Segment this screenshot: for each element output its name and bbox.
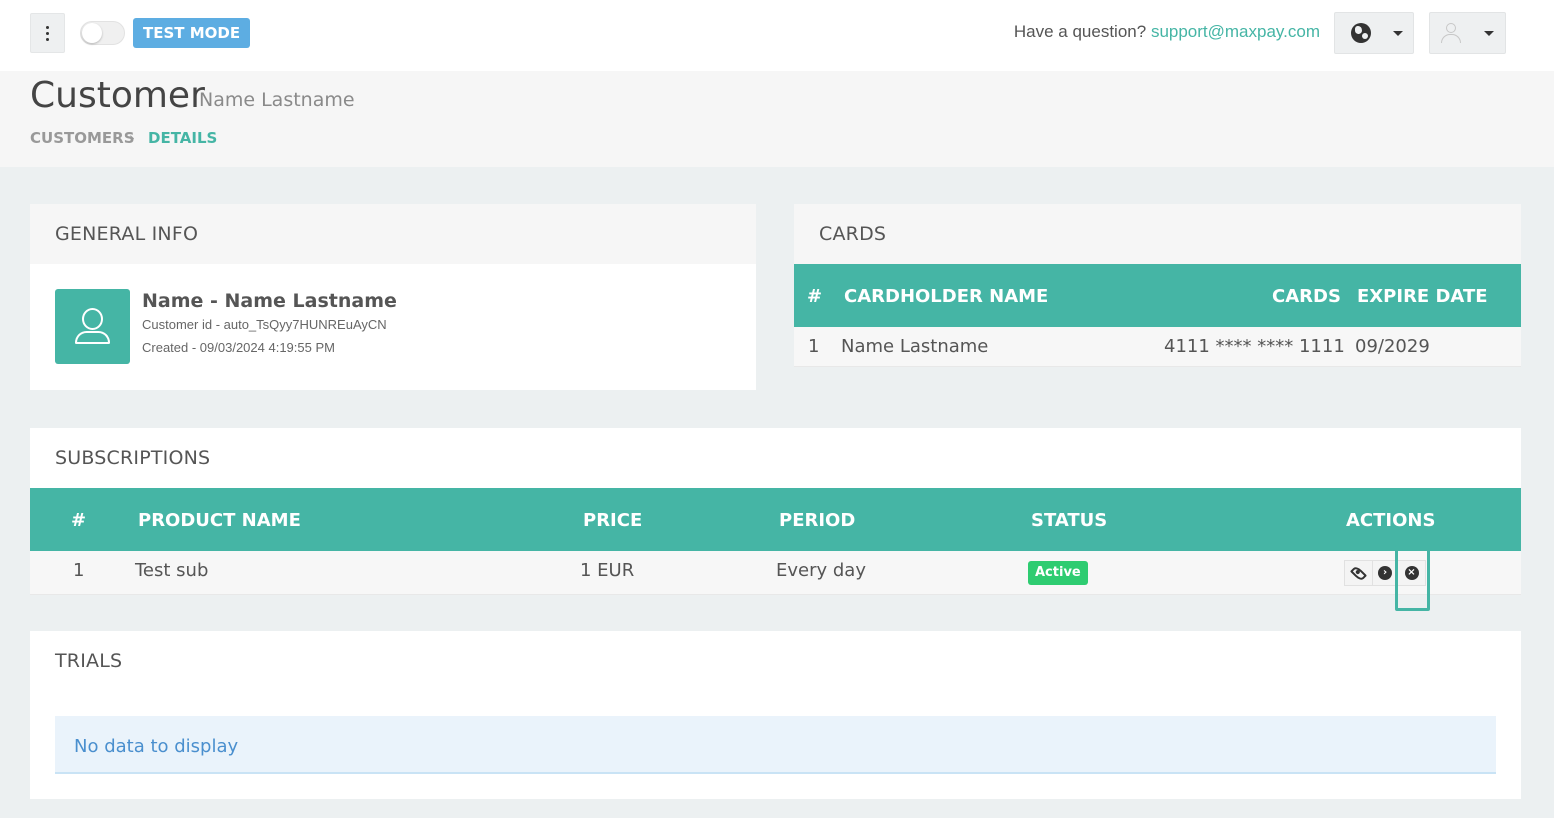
general-info-title: GENERAL INFO <box>55 223 199 245</box>
subscriptions-panel: SUBSCRIPTIONS # PRODUCT NAME PRICE PERIO… <box>30 428 1521 595</box>
test-mode-badge: TEST MODE <box>133 18 251 48</box>
col-product-name: PRODUCT NAME <box>138 510 301 531</box>
cards-title: CARDS <box>819 223 887 245</box>
customer-id: Customer id - auto_TsQyy7HUNREuAyCN <box>142 317 387 332</box>
product-name: Test sub <box>135 560 209 581</box>
vertical-dots-icon <box>46 25 49 29</box>
status-badge: Active <box>1028 561 1088 585</box>
col-status: STATUS <box>1031 510 1108 531</box>
breadcrumb-details: DETAILS <box>148 129 218 147</box>
question-text: Have a question? <box>1013 22 1147 41</box>
breadcrumb-customers[interactable]: CUSTOMERS <box>30 129 135 147</box>
period: Every day <box>776 560 866 581</box>
caret-down-icon <box>1393 30 1403 36</box>
test-mode-toggle[interactable] <box>80 21 125 45</box>
page-header: Customer Name Lastname CUSTOMERS › DETAI… <box>0 71 1554 167</box>
col-expire-date: EXPIRE DATE <box>1357 286 1488 307</box>
user-dropdown[interactable] <box>1429 12 1506 54</box>
support-question: Have a question? support@maxpay.com <box>1014 22 1320 42</box>
menu-button[interactable] <box>30 13 65 53</box>
subscriptions-table-header: # PRODUCT NAME PRICE PERIOD STATUS ACTIO… <box>30 488 1521 551</box>
col-cards: CARDS <box>1272 286 1341 307</box>
general-info-panel: GENERAL INFO Name - Name Lastname Custom… <box>30 204 756 390</box>
support-email-link[interactable]: support@maxpay.com <box>1151 22 1320 41</box>
top-bar: TEST MODE Have a question? support@maxpa… <box>0 0 1554 71</box>
customer-avatar-icon <box>55 289 130 364</box>
table-row: 1 Test sub 1 EUR Every day Active › × <box>30 551 1521 595</box>
col-actions: ACTIONS <box>1346 510 1436 531</box>
table-row: 1 Name Lastname 4111 **** **** 1111 09/2… <box>794 327 1521 367</box>
page-subtitle: Name Lastname <box>199 89 355 111</box>
cards-table-header: # CARDHOLDER NAME CARDS EXPIRE DATE <box>794 264 1521 327</box>
row-num: 1 <box>808 336 820 357</box>
trials-panel: TRIALS No data to display <box>30 631 1521 799</box>
page-title: Customer <box>30 75 205 116</box>
cards-panel: CARDS # CARDHOLDER NAME CARDS EXPIRE DAT… <box>794 204 1521 367</box>
no-data-message: No data to display <box>55 716 1496 774</box>
col-cardholder-name: CARDHOLDER NAME <box>844 286 1049 307</box>
customer-created: Created - 09/03/2024 4:19:55 PM <box>142 340 335 355</box>
subscriptions-title: SUBSCRIPTIONS <box>55 447 211 469</box>
row-num: 1 <box>73 560 85 581</box>
globe-icon <box>1351 23 1371 43</box>
col-num: # <box>71 510 87 531</box>
expire-date: 09/2029 <box>1355 336 1430 357</box>
arrow-right-circle-icon: › <box>1378 566 1392 580</box>
eye-icon <box>1350 564 1367 582</box>
user-icon <box>1440 22 1462 44</box>
language-dropdown[interactable] <box>1334 12 1414 54</box>
breadcrumb-separator-icon: › <box>129 129 135 147</box>
cancel-button-highlight <box>1395 545 1430 611</box>
col-period: PERIOD <box>779 510 856 531</box>
col-num: # <box>807 286 823 307</box>
col-price: PRICE <box>583 510 643 531</box>
trials-title: TRIALS <box>55 650 123 672</box>
card-number: 4111 **** **** 1111 <box>1164 336 1345 357</box>
cardholder-name: Name Lastname <box>841 336 989 357</box>
price: 1 EUR <box>580 560 635 581</box>
view-button[interactable] <box>1344 560 1373 586</box>
customer-name: Name - Name Lastname <box>142 290 397 312</box>
caret-down-icon <box>1484 30 1494 36</box>
